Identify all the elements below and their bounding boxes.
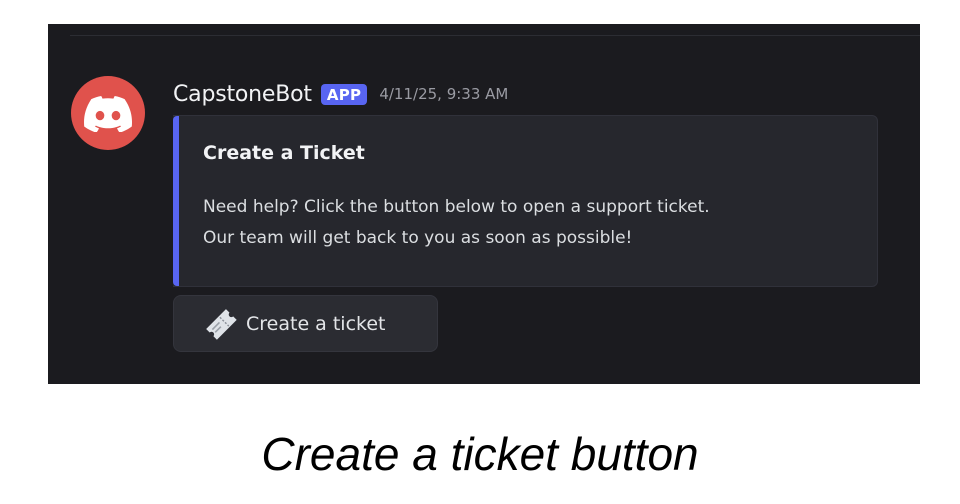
embed-description-line: Our team will get back to you as soon as… <box>203 228 633 248</box>
avatar[interactable] <box>71 76 145 150</box>
ticket-icon <box>203 306 239 342</box>
message-header: CapstoneBot APP 4/11/25, 9:33 AM <box>173 78 508 110</box>
username[interactable]: CapstoneBot <box>173 82 312 107</box>
discord-message-screenshot: CapstoneBot APP 4/11/25, 9:33 AM Create … <box>48 24 920 384</box>
app-badge: APP <box>320 83 368 105</box>
embed-accent-bar <box>173 116 179 286</box>
embed-title: Create a Ticket <box>203 142 365 164</box>
figure-caption: Create a ticket button <box>261 428 699 480</box>
embed-description: Need help? Click the button below to ope… <box>203 192 868 254</box>
embed-description-line: Need help? Click the button below to ope… <box>203 197 710 217</box>
timestamp[interactable]: 4/11/25, 9:33 AM <box>379 85 508 103</box>
message-divider <box>70 35 920 36</box>
create-ticket-button[interactable]: Create a ticket <box>173 295 438 352</box>
create-ticket-button-label: Create a ticket <box>246 312 386 335</box>
discord-logo-icon <box>84 96 132 132</box>
embed-card: Create a Ticket Need help? Click the but… <box>173 115 878 287</box>
